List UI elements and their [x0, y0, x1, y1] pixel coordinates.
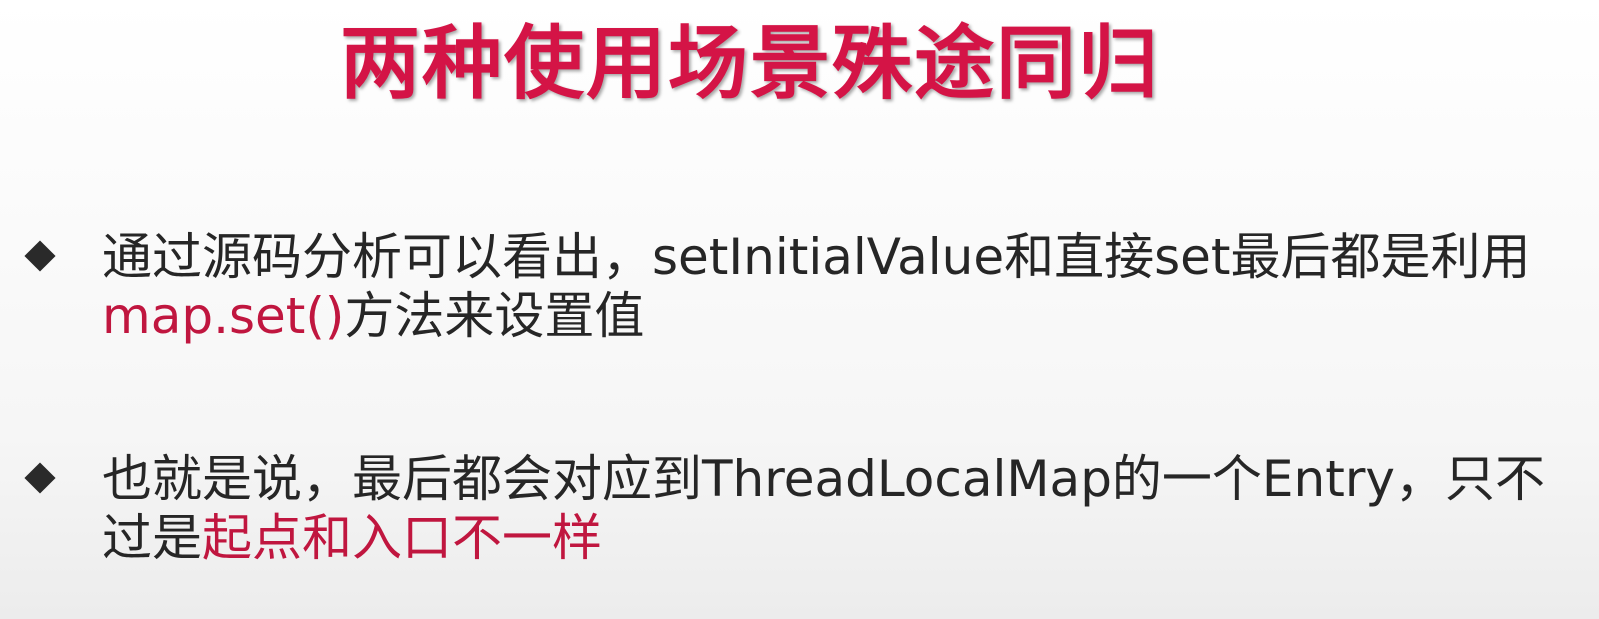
bullet-text-part: 方法来设置值	[344, 287, 645, 345]
bullet-highlight: 起点和入口不一样	[202, 509, 602, 567]
bullet-text-part: 通过源码分析可以看出，setInitialValue和直接set最后都是利用	[102, 228, 1531, 286]
slide-title: 两种使用场景殊途同归	[340, 17, 1160, 110]
diamond-bullet-icon	[24, 240, 56, 272]
bullet-highlight: map.set()	[102, 287, 345, 345]
slide: 两种使用场景殊途同归 通过源码分析可以看出，setInitialValue和直接…	[0, 0, 1599, 619]
bullet-text: 通过源码分析可以看出，setInitialValue和直接set最后都是利用ma…	[102, 228, 1578, 346]
bullet-text: 也就是说，最后都会对应到ThreadLocalMap的一个Entry，只不过是起…	[102, 450, 1578, 568]
diamond-bullet-icon	[24, 462, 56, 494]
bullet-point: 通过源码分析可以看出，setInitialValue和直接set最后都是利用ma…	[18, 228, 1578, 346]
bullet-point: 也就是说，最后都会对应到ThreadLocalMap的一个Entry，只不过是起…	[18, 450, 1578, 568]
